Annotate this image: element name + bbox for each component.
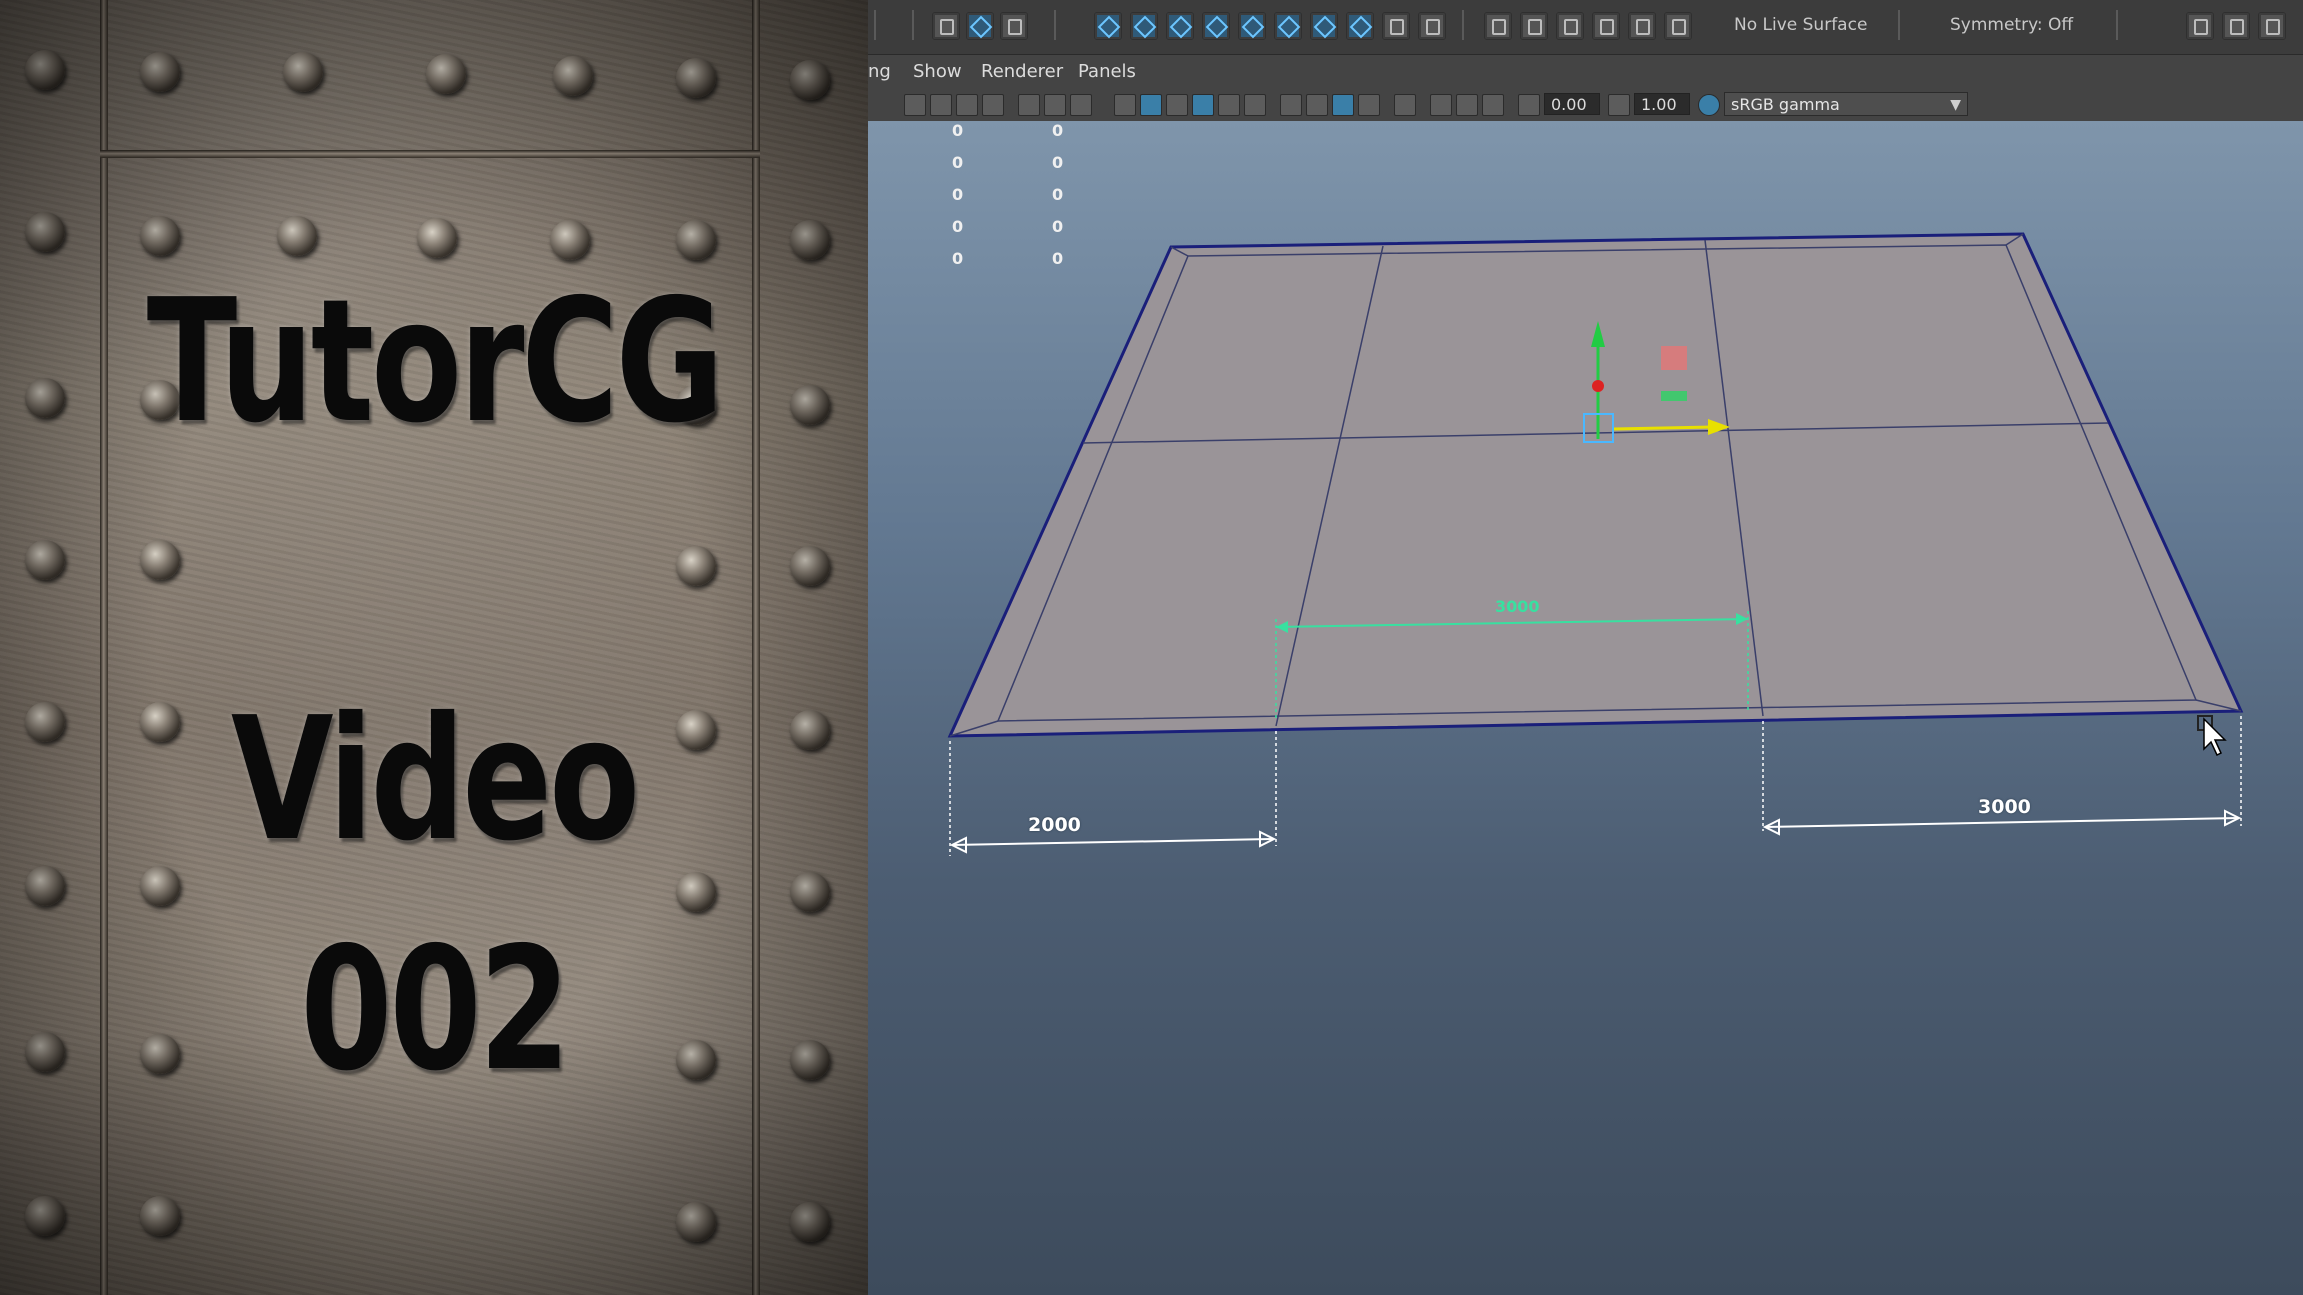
- panel-menubar: ng Show Renderer Panels: [868, 55, 2303, 89]
- chevron-down-icon: ▼: [1950, 97, 1961, 113]
- plane-handle-xz[interactable]: [1661, 391, 1687, 401]
- maya-window: No Live Surface Symmetry: Off ng Show Re…: [868, 0, 2303, 1295]
- select-curve-icon[interactable]: [1166, 12, 1194, 40]
- xray-joints-icon[interactable]: [1358, 94, 1380, 116]
- z-axis-handle[interactable]: [1592, 380, 1604, 392]
- select-joint-icon[interactable]: [1130, 12, 1158, 40]
- ipr-render-icon[interactable]: [2258, 12, 2286, 40]
- dimension-label-middle: 3000: [1495, 597, 1540, 616]
- floor-plane-mesh[interactable]: [947, 232, 2244, 738]
- snap-view-plane-icon[interactable]: [1628, 12, 1656, 40]
- symmetry-dropdown[interactable]: Symmetry: Off: [1950, 15, 2073, 35]
- gamma-field[interactable]: 1.00: [1634, 93, 1690, 115]
- select-misc-icon[interactable]: [1346, 12, 1374, 40]
- field-chart-icon[interactable]: [1018, 94, 1040, 116]
- gamma-icon[interactable]: [1608, 94, 1630, 116]
- exposure-icon[interactable]: [1518, 94, 1540, 116]
- view-transform-dropdown[interactable]: sRGB gamma ▼: [1724, 92, 1968, 116]
- dimension-label-left: 2000: [1028, 814, 1081, 836]
- resolution-gate-icon[interactable]: [956, 94, 978, 116]
- select-by-component-icon[interactable]: [1000, 12, 1028, 40]
- ambient-occlusion-icon[interactable]: [1306, 94, 1328, 116]
- render-current-frame-icon[interactable]: [2222, 12, 2250, 40]
- select-handle-icon[interactable]: [1094, 12, 1122, 40]
- menu-panels[interactable]: Panels: [1078, 61, 1136, 82]
- status-line-toolbar: No Live Surface Symmetry: Off: [868, 0, 2303, 55]
- toolbar-separator: [2116, 10, 2118, 40]
- smooth-shade-icon[interactable]: [1140, 94, 1162, 116]
- isolate-select-icon[interactable]: [1394, 94, 1416, 116]
- select-surface-icon[interactable]: [1202, 12, 1230, 40]
- textured-icon[interactable]: [1218, 94, 1240, 116]
- snap-point-icon[interactable]: [1556, 12, 1584, 40]
- perspective-viewport[interactable]: 0 0 0 0 0 0 0 0 0 0 2000 3000 3000: [868, 121, 2303, 1295]
- xray-icon[interactable]: [1332, 94, 1354, 116]
- menu-shading-truncated[interactable]: ng: [868, 61, 891, 82]
- toolbar-separator: [1898, 10, 1900, 40]
- toolbar-separator: [912, 10, 914, 40]
- toolbar-separator: [1462, 10, 1464, 40]
- toolbar-separator: [1054, 10, 1056, 40]
- brand-subtitle: Video: [230, 681, 640, 879]
- select-by-hierarchy-icon[interactable]: [932, 12, 960, 40]
- wireframe-on-shaded-icon[interactable]: [1192, 94, 1214, 116]
- live-surface-label[interactable]: No Live Surface: [1734, 15, 1867, 35]
- brand-number: 002: [300, 911, 571, 1109]
- snap-projected-center-icon[interactable]: [1592, 12, 1620, 40]
- color-management-icon[interactable]: [1698, 94, 1720, 116]
- brand-title: TutorCG: [146, 263, 725, 461]
- lock-selection-icon[interactable]: [1382, 12, 1410, 40]
- select-deformation-icon[interactable]: [1238, 12, 1266, 40]
- left-measurement: [949, 731, 1277, 856]
- menu-show[interactable]: Show: [913, 61, 962, 82]
- dimension-label-right: 3000: [1978, 796, 2031, 818]
- shadows-icon[interactable]: [1280, 94, 1302, 116]
- toolbar-separator: [874, 10, 876, 40]
- select-rendering-icon[interactable]: [1310, 12, 1338, 40]
- plane-handle-xy[interactable]: [1661, 346, 1687, 370]
- exposure-field[interactable]: 0.00: [1544, 93, 1600, 115]
- wireframe-icon[interactable]: [1114, 94, 1136, 116]
- select-dynamics-icon[interactable]: [1274, 12, 1302, 40]
- metal-title-card: TutorCG Video 002: [0, 0, 868, 1295]
- grid-icon[interactable]: [904, 94, 926, 116]
- make-live-icon[interactable]: [1664, 12, 1692, 40]
- panel-toolbar: 0.00 1.00 sRGB gamma ▼: [868, 89, 2303, 122]
- multi-sample-icon[interactable]: [1430, 94, 1452, 116]
- gate-mask-icon[interactable]: [982, 94, 1004, 116]
- screen-space-reflection-icon[interactable]: [1456, 94, 1478, 116]
- default-material-icon[interactable]: [1166, 94, 1188, 116]
- use-all-lights-icon[interactable]: [1244, 94, 1266, 116]
- safe-action-icon[interactable]: [1044, 94, 1066, 116]
- highlight-selection-icon[interactable]: [1418, 12, 1446, 40]
- show-hide-ui-icon[interactable]: [2186, 12, 2214, 40]
- select-by-object-icon[interactable]: [966, 12, 994, 40]
- film-gate-icon[interactable]: [930, 94, 952, 116]
- snap-curve-icon[interactable]: [1520, 12, 1548, 40]
- mouse-cursor-icon: [2203, 717, 2227, 757]
- snap-grid-icon[interactable]: [1484, 12, 1512, 40]
- view-transform-value: sRGB gamma: [1731, 95, 1840, 114]
- safe-title-icon[interactable]: [1070, 94, 1092, 116]
- x-axis-handle[interactable]: [1613, 425, 1714, 431]
- menu-renderer[interactable]: Renderer: [981, 61, 1063, 82]
- depth-of-field-icon[interactable]: [1482, 94, 1504, 116]
- scene-geometry: [947, 232, 2244, 856]
